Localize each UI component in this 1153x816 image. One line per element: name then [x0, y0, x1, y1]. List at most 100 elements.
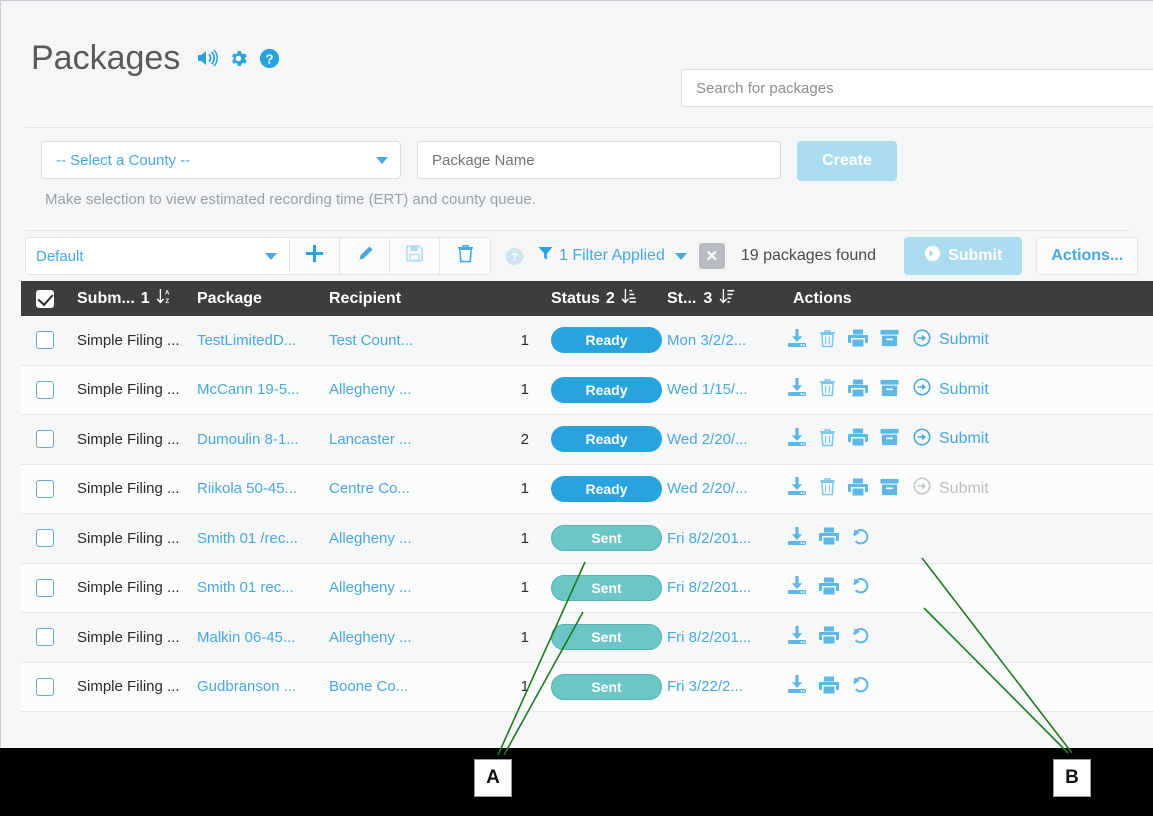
- cell-status-date[interactable]: Fri 8/2/201...: [667, 579, 787, 596]
- delete-icon[interactable]: [819, 477, 836, 500]
- cell-package[interactable]: TestLimitedD...: [197, 332, 329, 349]
- add-view-button[interactable]: [290, 238, 340, 274]
- row-submit-button[interactable]: Submit: [913, 329, 1153, 352]
- table-row[interactable]: Simple Filing ... Smith 01 rec... Allegh…: [21, 563, 1153, 613]
- table-row[interactable]: Simple Filing ... Riikola 50-45... Centr…: [21, 464, 1153, 514]
- annotation-marker-a: A: [474, 759, 512, 797]
- delete-icon[interactable]: [819, 378, 836, 401]
- table-row[interactable]: Simple Filing ... Smith 01 /rec... Alleg…: [21, 514, 1153, 564]
- table-row[interactable]: Simple Filing ... Dumoulin 8-1... Lancas…: [21, 415, 1153, 465]
- undo-icon[interactable]: [851, 527, 870, 550]
- column-header-status-date-label: St...: [667, 289, 697, 307]
- row-checkbox[interactable]: [21, 529, 69, 548]
- print-icon[interactable]: [819, 626, 839, 648]
- cell-recipient[interactable]: Boone Co...: [329, 678, 489, 695]
- help-icon[interactable]: ?: [259, 48, 280, 69]
- view-select[interactable]: Default: [26, 238, 290, 274]
- cell-package[interactable]: Malkin 06-45...: [197, 629, 329, 646]
- print-icon[interactable]: [848, 329, 868, 351]
- print-icon[interactable]: [848, 478, 868, 500]
- row-checkbox[interactable]: [21, 677, 69, 696]
- cell-recipient[interactable]: Allegheny ...: [329, 579, 489, 596]
- toolbar-help-icon[interactable]: ?: [505, 247, 524, 266]
- cell-package[interactable]: Smith 01 rec...: [197, 579, 329, 596]
- speaker-icon[interactable]: [196, 48, 219, 68]
- archive-icon[interactable]: [880, 379, 899, 401]
- edit-view-button[interactable]: [340, 238, 390, 274]
- column-header-status[interactable]: Status 2: [529, 288, 667, 310]
- row-checkbox[interactable]: [21, 430, 69, 449]
- cell-status-date[interactable]: Fri 8/2/201...: [667, 629, 787, 646]
- undo-icon[interactable]: [851, 626, 870, 649]
- row-submit-button[interactable]: Submit: [913, 378, 1153, 401]
- download-icon[interactable]: [787, 477, 807, 500]
- table-row[interactable]: Simple Filing ... McCann 19-5... Alleghe…: [21, 365, 1153, 415]
- column-header-status-date[interactable]: St... 3: [667, 288, 787, 310]
- cell-recipient[interactable]: Test Count...: [329, 332, 489, 349]
- add-icon: [306, 245, 323, 267]
- gear-icon[interactable]: [228, 48, 249, 69]
- package-name-input[interactable]: [417, 141, 781, 179]
- print-icon[interactable]: [848, 428, 868, 450]
- archive-icon[interactable]: [880, 478, 899, 500]
- undo-icon[interactable]: [851, 675, 870, 698]
- create-button[interactable]: Create: [797, 141, 897, 181]
- cell-status-date[interactable]: Fri 8/2/201...: [667, 530, 787, 547]
- county-select[interactable]: -- Select a County --: [41, 141, 401, 179]
- delete-view-button[interactable]: [440, 238, 490, 274]
- table-row[interactable]: Simple Filing ... Gudbranson ... Boone C…: [21, 662, 1153, 712]
- print-icon[interactable]: [819, 527, 839, 549]
- cell-package[interactable]: Riikola 50-45...: [197, 480, 329, 497]
- delete-icon[interactable]: [819, 428, 836, 451]
- filter-applied[interactable]: 1 Filter Applied: [538, 246, 687, 266]
- cell-recipient[interactable]: Lancaster ...: [329, 431, 489, 448]
- cell-status-date[interactable]: Wed 1/15/...: [667, 381, 787, 398]
- archive-icon[interactable]: [880, 428, 899, 450]
- cell-package[interactable]: Smith 01 /rec...: [197, 530, 329, 547]
- download-icon[interactable]: [787, 378, 807, 401]
- column-header-package[interactable]: Package: [197, 290, 329, 308]
- cell-package[interactable]: McCann 19-5...: [197, 381, 329, 398]
- column-header-submitter[interactable]: Subm... 1 AZ: [69, 288, 197, 310]
- cell-package[interactable]: Gudbranson ...: [197, 678, 329, 695]
- actions-button[interactable]: Actions...: [1036, 237, 1139, 275]
- cell-status-date[interactable]: Mon 3/2/2...: [667, 332, 787, 349]
- cell-recipient[interactable]: Allegheny ...: [329, 530, 489, 547]
- row-checkbox[interactable]: [21, 331, 69, 350]
- sort-az-icon: AZ: [156, 288, 171, 310]
- select-all-checkbox[interactable]: [21, 289, 69, 308]
- cell-recipient[interactable]: Allegheny ...: [329, 381, 489, 398]
- print-icon[interactable]: [819, 577, 839, 599]
- row-checkbox[interactable]: [21, 578, 69, 597]
- cell-status-date[interactable]: Wed 2/20/...: [667, 431, 787, 448]
- cell-recipient[interactable]: Allegheny ...: [329, 629, 489, 646]
- table-row[interactable]: Simple Filing ... Malkin 06-45... Allegh…: [21, 613, 1153, 663]
- cell-status-date[interactable]: Wed 2/20/...: [667, 480, 787, 497]
- row-checkbox[interactable]: [21, 479, 69, 498]
- checkbox-icon: [36, 628, 54, 647]
- download-icon[interactable]: [787, 427, 807, 451]
- cell-package[interactable]: Dumoulin 8-1...: [197, 431, 329, 448]
- clear-filter-button[interactable]: ✕: [698, 243, 725, 269]
- download-icon[interactable]: [787, 526, 807, 550]
- print-icon[interactable]: [848, 379, 868, 401]
- cell-status-date[interactable]: Fri 3/22/2...: [667, 678, 787, 695]
- download-icon[interactable]: [787, 625, 807, 649]
- submit-button[interactable]: Submit: [904, 237, 1023, 275]
- download-icon[interactable]: [787, 576, 807, 599]
- chevron-down-icon: [265, 252, 277, 260]
- download-icon[interactable]: [787, 328, 807, 352]
- row-checkbox[interactable]: [21, 628, 69, 647]
- archive-icon[interactable]: [880, 329, 899, 351]
- search-input[interactable]: [681, 69, 1153, 107]
- save-view-button[interactable]: [390, 238, 440, 274]
- download-icon[interactable]: [787, 675, 807, 698]
- column-header-recipient[interactable]: Recipient: [329, 290, 489, 308]
- row-submit-button[interactable]: Submit: [913, 428, 1153, 451]
- print-icon[interactable]: [819, 676, 839, 698]
- undo-icon[interactable]: [851, 576, 870, 599]
- delete-icon[interactable]: [819, 329, 836, 352]
- cell-recipient[interactable]: Centre Co...: [329, 480, 489, 497]
- row-checkbox[interactable]: [21, 380, 69, 399]
- table-row[interactable]: Simple Filing ... TestLimitedD... Test C…: [21, 316, 1153, 366]
